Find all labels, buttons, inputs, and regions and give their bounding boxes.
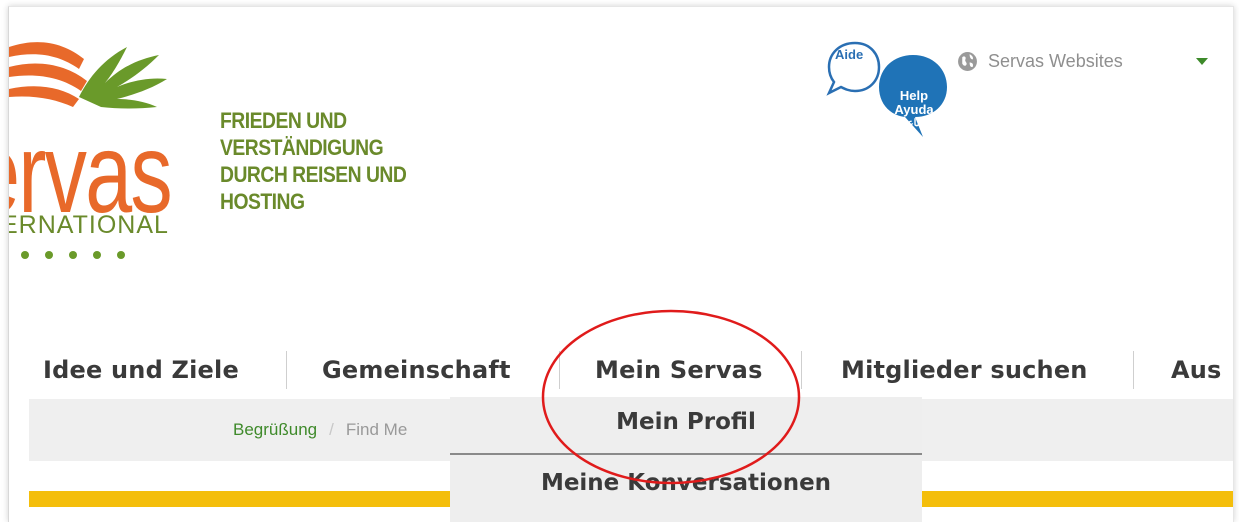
nav-item-mein-servas[interactable]: Mein Servas xyxy=(595,347,763,393)
mein-servas-dropdown: Mein Profil Meine Konversationen xyxy=(450,397,922,522)
help-labels: Help Ayuda مساعدة xyxy=(894,88,934,130)
nav-separator xyxy=(801,351,802,389)
servas-logo[interactable]: ervas ERNATIONAL xyxy=(9,7,229,277)
site-tagline: FRIEDEN UND VERSTÄNDIGUNG DURCH REISEN U… xyxy=(220,108,407,214)
servas-websites-label: Servas Websites xyxy=(988,51,1123,71)
menu-item-meine-konversationen[interactable]: Meine Konversationen xyxy=(450,470,922,496)
globe-icon xyxy=(958,52,977,71)
main-nav: Idee und Ziele Gemeinschaft Mein Servas … xyxy=(9,347,1233,393)
breadcrumb-current: Find Me xyxy=(345,420,408,439)
nav-item-gemeinschaft[interactable]: Gemeinschaft xyxy=(322,347,511,393)
breadcrumb-home-link[interactable]: Begrüßung xyxy=(233,420,317,439)
nav-item-idee-und-ziele[interactable]: Idee und Ziele xyxy=(43,347,239,393)
chevron-down-icon[interactable] xyxy=(1196,58,1208,65)
help-aide-label: Aide xyxy=(835,47,864,62)
nav-separator xyxy=(1133,351,1134,389)
help-button[interactable]: Aide Help Ayuda مساعدة xyxy=(821,37,951,147)
logo-subtext: ERNATIONAL xyxy=(9,211,169,239)
nav-item-mitglieder-suchen[interactable]: Mitglieder suchen xyxy=(841,347,1088,393)
browser-viewport: ervas ERNATIONAL FRIEDEN UND VERSTÄNDIGU… xyxy=(8,6,1234,522)
nav-separator xyxy=(286,351,287,389)
breadcrumb-separator: / xyxy=(329,420,334,439)
servas-websites-selector[interactable]: Servas Websites xyxy=(957,51,1123,72)
menu-divider xyxy=(450,453,922,455)
nav-item-aus[interactable]: Aus xyxy=(1171,347,1222,393)
menu-item-mein-profil[interactable]: Mein Profil xyxy=(450,409,922,435)
nav-separator xyxy=(559,351,560,389)
